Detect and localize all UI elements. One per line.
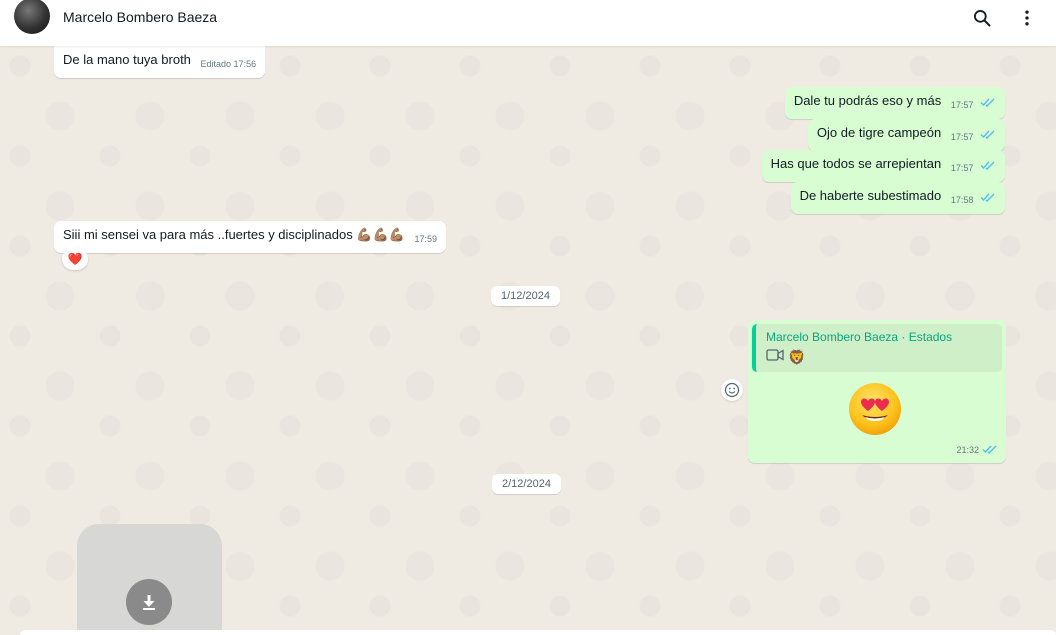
contact-name[interactable]: Marcelo Bombero Baeza (63, 9, 217, 25)
smiley-reaction-icon[interactable] (721, 379, 743, 401)
message-incoming[interactable]: De la mano tuya broth Editado 17:56 (54, 46, 266, 78)
message-text: Dale tu podrás eso y más (793, 93, 942, 108)
heart-eyes-emoji (848, 382, 902, 436)
message-time: 17:59 (414, 234, 438, 244)
message-time: 17:57 (950, 132, 974, 142)
download-arrow-icon[interactable] (126, 579, 172, 625)
search-icon[interactable] (970, 6, 994, 30)
message-time: 21:32 (956, 445, 979, 455)
double-check-icon (980, 189, 996, 207)
message-text: Siii mi sensei va para más ..fuertes y d… (63, 227, 405, 242)
message-text: Has que todos se arrepientan (770, 156, 942, 171)
message-outgoing[interactable]: De haberte subestimado 17:58 (790, 182, 1005, 214)
date-separator: 2/12/2024 (492, 474, 561, 494)
media-thumbnail[interactable] (77, 524, 222, 635)
message-composer[interactable] (20, 630, 1056, 635)
heart-reaction[interactable]: ❤️ (62, 248, 88, 270)
message-text: De haberte subestimado (799, 188, 942, 203)
double-check-icon (980, 157, 996, 175)
message-time: 17:57 (950, 163, 974, 173)
message-meta: Editado 17:56 (200, 59, 257, 69)
more-vertical-icon[interactable] (1015, 6, 1039, 30)
message-outgoing[interactable]: Ojo de tigre campeón 17:57 (807, 119, 1005, 151)
message-time: 17:57 (950, 100, 974, 110)
video-icon (766, 348, 784, 367)
double-check-icon (982, 441, 998, 459)
message-outgoing[interactable]: Dale tu podrás eso y más 17:57 (784, 87, 1005, 119)
message-text: Ojo de tigre campeón (816, 125, 942, 140)
date-separator: 1/12/2024 (491, 286, 560, 306)
message-incoming[interactable]: Siii mi sensei va para más ..fuertes y d… (54, 221, 447, 253)
message-outgoing[interactable]: Has que todos se arrepientan 17:57 (761, 150, 1005, 182)
lion-emoji: 🦁 (788, 349, 806, 365)
contact-avatar[interactable] (14, 0, 50, 34)
quoted-status[interactable]: Marcelo Bombero Baeza · Estados 🦁 (752, 324, 1002, 372)
status-reply-message[interactable]: Marcelo Bombero Baeza · Estados 🦁 21:32 (748, 320, 1006, 463)
double-check-icon (980, 126, 996, 144)
chat-header: Marcelo Bombero Baeza (0, 0, 1056, 46)
message-time: 17:58 (950, 195, 974, 205)
quoted-status-title: Marcelo Bombero Baeza · Estados (766, 330, 953, 344)
message-text: De la mano tuya broth (63, 52, 191, 67)
double-check-icon (980, 94, 996, 112)
